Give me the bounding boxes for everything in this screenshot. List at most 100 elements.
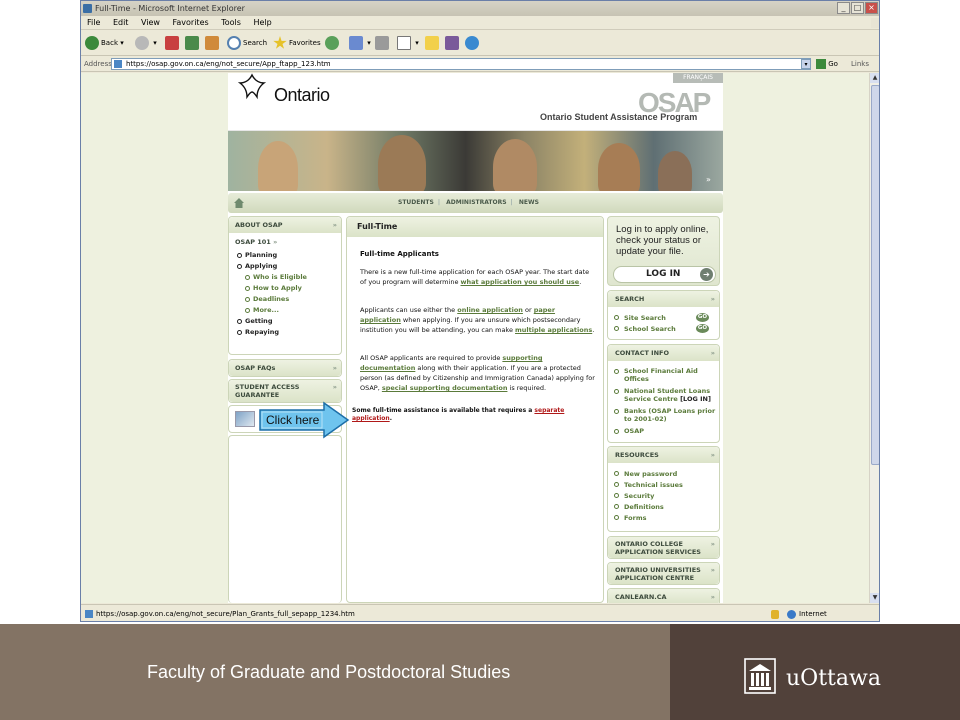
click-here-callout: Click here bbox=[258, 401, 350, 439]
login-tag[interactable]: [LOG IN] bbox=[680, 395, 711, 403]
scroll-up-icon[interactable]: ▲ bbox=[870, 73, 879, 83]
nav-more[interactable]: More... bbox=[229, 305, 341, 316]
forward-button[interactable]: ▾ bbox=[135, 35, 157, 51]
osap-faqs-link[interactable]: OSAP FAQs bbox=[235, 364, 275, 372]
discuss-button[interactable] bbox=[425, 35, 441, 51]
favorites-button[interactable]: Favorites bbox=[273, 35, 321, 51]
menu-help[interactable]: Help bbox=[253, 18, 271, 27]
menu-file[interactable]: File bbox=[87, 18, 100, 27]
contact-item-1[interactable]: School Financial Aid Offices bbox=[608, 367, 719, 383]
guarantee-line2[interactable]: GUARANTEE bbox=[235, 391, 279, 399]
stop-button[interactable] bbox=[165, 35, 181, 51]
minimize-button[interactable]: _ bbox=[837, 2, 850, 14]
school-search-link[interactable]: School Search GO bbox=[608, 324, 719, 334]
osap-page: Ontario FRANÇAIS OSAP Ontario Student As… bbox=[228, 73, 723, 603]
menu-tools[interactable]: Tools bbox=[221, 18, 241, 27]
resource-security[interactable]: Security bbox=[608, 491, 719, 501]
about-osap-heading[interactable]: ABOUT OSAP bbox=[235, 221, 283, 229]
edit-button[interactable]: ▾ bbox=[397, 35, 419, 51]
login-button[interactable]: LOG IN ➔ bbox=[613, 266, 716, 283]
guarantee-line1[interactable]: STUDENT ACCESS bbox=[235, 383, 299, 391]
resource-forms[interactable]: Forms bbox=[608, 513, 719, 523]
home-button[interactable] bbox=[205, 35, 221, 51]
nav-how-apply[interactable]: How to Apply bbox=[229, 283, 341, 294]
nav-deadlines[interactable]: Deadlines bbox=[229, 294, 341, 305]
canlearn-link[interactable]: CANLEARN.CA bbox=[615, 593, 667, 601]
online-application-link[interactable]: online application bbox=[457, 306, 523, 314]
promo-image[interactable] bbox=[235, 411, 255, 427]
address-input[interactable]: https://osap.gov.on.ca/eng/not_secure/Ap… bbox=[111, 58, 811, 70]
osap101-heading[interactable]: OSAP 101 bbox=[235, 238, 271, 246]
address-dropdown-icon[interactable]: ▾ bbox=[801, 59, 811, 69]
main-content: Full-Time Full-time Applicants There is … bbox=[346, 216, 604, 603]
canlearn-panel[interactable]: CANLEARN.CA» bbox=[607, 588, 720, 603]
lock-icon bbox=[771, 610, 779, 619]
resource-new-password[interactable]: New password bbox=[608, 469, 719, 479]
ocas-line2[interactable]: APPLICATION SERVICES bbox=[615, 548, 701, 556]
go-button[interactable]: Go bbox=[816, 56, 838, 72]
history-button[interactable] bbox=[325, 35, 341, 51]
login-text: Log in to apply online, check your statu… bbox=[616, 224, 709, 257]
mail-icon bbox=[349, 36, 363, 50]
site-search-link[interactable]: Site Search GO bbox=[608, 313, 719, 323]
search-button[interactable]: Search bbox=[227, 35, 267, 51]
contact-item-2[interactable]: National Student Loans Service Centre [L… bbox=[608, 387, 719, 403]
maximize-button[interactable]: □ bbox=[851, 2, 864, 14]
guarantee-panel[interactable]: STUDENT ACCESS GUARANTEE» bbox=[228, 379, 342, 403]
refresh-button[interactable] bbox=[185, 35, 201, 51]
menu-edit[interactable]: Edit bbox=[113, 18, 129, 27]
ouac-line1[interactable]: ONTARIO UNIVERSITIES bbox=[615, 566, 701, 574]
history-icon bbox=[325, 36, 339, 50]
menu-view[interactable]: View bbox=[141, 18, 160, 27]
resources-heading: RESOURCES bbox=[615, 451, 659, 459]
globe-icon bbox=[787, 610, 796, 619]
multiple-applications-link[interactable]: multiple applications bbox=[515, 326, 592, 334]
francais-link[interactable]: FRANÇAIS bbox=[673, 73, 723, 83]
nav-news[interactable]: NEWS bbox=[519, 199, 539, 206]
print-button[interactable] bbox=[375, 35, 391, 51]
program-title: Ontario Student Assistance Program bbox=[540, 112, 698, 122]
links-button[interactable]: Links bbox=[851, 56, 869, 72]
mail-button[interactable]: ▾ bbox=[349, 35, 371, 51]
ocas-line1[interactable]: ONTARIO COLLEGE bbox=[615, 540, 683, 548]
close-button[interactable]: × bbox=[865, 2, 878, 14]
ontario-wordmark[interactable]: Ontario bbox=[274, 85, 330, 106]
what-application-link[interactable]: what application you should use bbox=[461, 278, 580, 286]
nav-administrators[interactable]: ADMINISTRATORS bbox=[446, 199, 506, 206]
resource-technical-issues[interactable]: Technical issues bbox=[608, 480, 719, 490]
ie-icon bbox=[83, 4, 92, 13]
back-button[interactable]: Back ▾ bbox=[85, 35, 124, 51]
search-heading: SEARCH bbox=[615, 295, 645, 303]
nav-applying[interactable]: Applying bbox=[229, 261, 341, 272]
site-search-go-button[interactable]: GO bbox=[696, 313, 709, 322]
nav-planning[interactable]: Planning bbox=[229, 250, 341, 261]
contact-heading: CONTACT INFO bbox=[615, 349, 669, 357]
banner-more-icon: » bbox=[706, 175, 711, 184]
ocas-panel[interactable]: ONTARIO COLLEGE APPLICATION SERVICES» bbox=[607, 536, 720, 559]
ouac-line2[interactable]: APPLICATION CENTRE bbox=[615, 574, 694, 582]
menu-favorites[interactable]: Favorites bbox=[173, 18, 209, 27]
site-header: Ontario FRANÇAIS OSAP Ontario Student As… bbox=[228, 73, 723, 131]
nav-who-eligible[interactable]: Who is Eligible bbox=[229, 272, 341, 283]
scroll-down-icon[interactable]: ▼ bbox=[870, 593, 879, 603]
refresh-icon bbox=[185, 36, 199, 50]
slide: Full-Time - Microsoft Internet Explorer … bbox=[0, 0, 960, 720]
uottawa-wordmark: uOttawa bbox=[786, 666, 881, 691]
nav-repaying[interactable]: Repaying bbox=[229, 327, 341, 338]
home-nav-icon[interactable] bbox=[234, 198, 244, 208]
special-documentation-link[interactable]: special supporting documentation bbox=[382, 384, 508, 392]
osap-faqs-panel[interactable]: OSAP FAQs» bbox=[228, 359, 342, 377]
ouac-panel[interactable]: ONTARIO UNIVERSITIES APPLICATION CENTRE» bbox=[607, 562, 720, 585]
nav-students[interactable]: STUDENTS bbox=[398, 199, 434, 206]
school-search-go-button[interactable]: GO bbox=[696, 324, 709, 333]
forward-arrow-icon bbox=[135, 36, 149, 50]
contact-item-4[interactable]: OSAP bbox=[608, 427, 719, 435]
login-panel: Log in to apply online, check your statu… bbox=[607, 216, 720, 286]
research-button[interactable] bbox=[445, 35, 461, 51]
resource-definitions[interactable]: Definitions bbox=[608, 502, 719, 512]
scroll-thumb[interactable] bbox=[871, 85, 879, 465]
messenger-button[interactable] bbox=[465, 35, 481, 51]
contact-item-3[interactable]: Banks (OSAP Loans prior to 2001-02) bbox=[608, 407, 719, 423]
nav-getting[interactable]: Getting bbox=[229, 316, 341, 327]
vertical-scrollbar[interactable]: ▲ ▼ bbox=[869, 73, 879, 603]
